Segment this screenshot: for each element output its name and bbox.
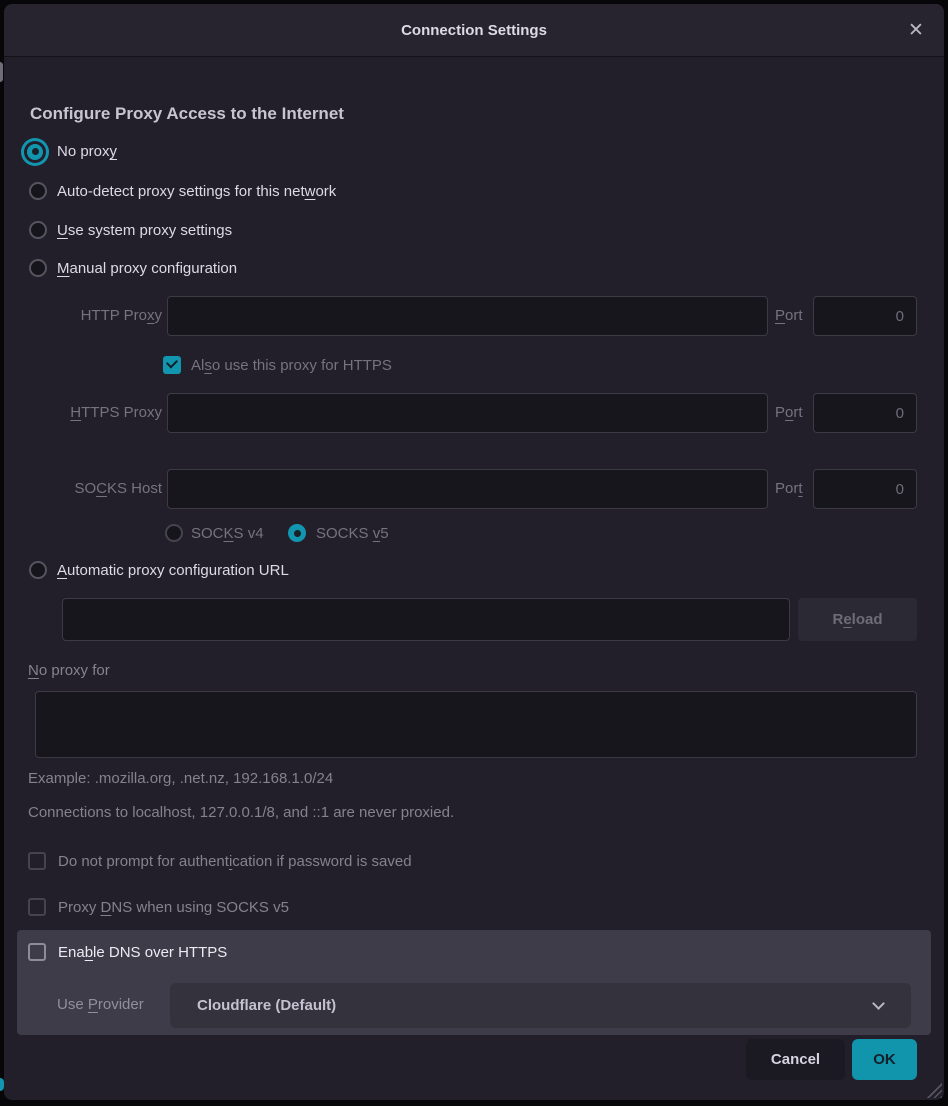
close-icon[interactable]: ✕ [900,15,932,47]
proxy-dns-option[interactable]: Proxy DNS when using SOCKS v5 [28,898,289,916]
radio-manual[interactable] [29,259,47,277]
auto-url-input[interactable] [62,598,790,641]
radio-socks-v4[interactable] [165,524,183,542]
no-proxy-for-textarea[interactable] [35,691,917,758]
http-port-label: Port [775,296,803,336]
radio-auto-detect[interactable] [29,182,47,200]
http-port-input[interactable] [813,296,917,336]
enable-doh-option[interactable]: Enable DNS over HTTPS [28,943,227,961]
provider-dropdown[interactable]: Cloudflare (Default) [170,983,911,1028]
https-proxy-label: HTTPS Proxy [30,393,162,433]
radio-option-socks-v4[interactable]: SOCKS v4 [165,524,264,542]
backdrop-artifact [0,62,3,82]
ok-button[interactable]: OK [852,1039,917,1080]
no-prompt-option[interactable]: Do not prompt for authentication if pass… [28,852,412,870]
radio-label: SOCKS v4 [191,525,264,542]
no-proxy-for-label: No proxy for [28,662,110,679]
socks-port-input[interactable] [813,469,917,509]
cancel-button[interactable]: Cancel [746,1039,845,1080]
also-https-checkbox[interactable] [163,356,181,374]
reload-button[interactable]: Reload [798,598,917,641]
checkbox-label: Enable DNS over HTTPS [58,944,227,961]
resize-grip[interactable] [926,1082,942,1098]
radio-option-socks-v5[interactable]: SOCKS v5 [288,524,389,542]
page-title: Configure Proxy Access to the Internet [30,104,344,124]
proxy-dns-checkbox[interactable] [28,898,46,916]
radio-label: Automatic proxy configuration URL [57,562,289,579]
dialog-title: Connection Settings [4,4,944,57]
radio-option-use-system[interactable]: Use system proxy settings [29,221,232,239]
https-port-label: Port [775,393,803,433]
no-proxy-example-text: Example: .mozilla.org, .net.nz, 192.168.… [28,770,333,787]
radio-option-auto-detect[interactable]: Auto-detect proxy settings for this netw… [29,182,336,200]
https-proxy-input[interactable] [167,393,768,433]
enable-doh-checkbox[interactable] [28,943,46,961]
socks-host-input[interactable] [167,469,768,509]
radio-use-system[interactable] [29,221,47,239]
checkbox-label: Proxy DNS when using SOCKS v5 [58,899,289,916]
http-proxy-label: HTTP Proxy [30,296,162,336]
radio-option-manual[interactable]: Manual proxy configuration [29,259,237,277]
radio-label: Auto-detect proxy settings for this netw… [57,183,336,200]
titlebar: Connection Settings ✕ [4,4,944,57]
radio-label: SOCKS v5 [316,525,389,542]
radio-option-auto-url[interactable]: Automatic proxy configuration URL [29,561,289,579]
radio-option-no-proxy[interactable]: No proxy [27,143,117,160]
radio-label: Use system proxy settings [57,222,232,239]
also-https-option[interactable]: Also use this proxy for HTTPS [163,356,392,374]
socks-port-label: Port [775,469,803,509]
radio-label: Manual proxy configuration [57,260,237,277]
radio-auto-url[interactable] [29,561,47,579]
doh-panel: Enable DNS over HTTPS Use Provider Cloud… [17,930,931,1035]
use-provider-label: Use Provider [57,996,144,1013]
connection-settings-dialog: Connection Settings ✕ Configure Proxy Ac… [4,4,944,1100]
localhost-note-text: Connections to localhost, 127.0.0.1/8, a… [28,804,454,821]
checkbox-label: Do not prompt for authentication if pass… [58,853,412,870]
radio-label: No proxy [57,143,117,160]
no-prompt-checkbox[interactable] [28,852,46,870]
provider-dropdown-value: Cloudflare (Default) [170,983,911,1028]
checkbox-label: Also use this proxy for HTTPS [191,357,392,374]
http-proxy-input[interactable] [167,296,768,336]
https-port-input[interactable] [813,393,917,433]
radio-socks-v5[interactable] [288,524,306,542]
radio-no-proxy[interactable] [27,144,43,160]
socks-host-label: SOCKS Host [30,469,162,509]
